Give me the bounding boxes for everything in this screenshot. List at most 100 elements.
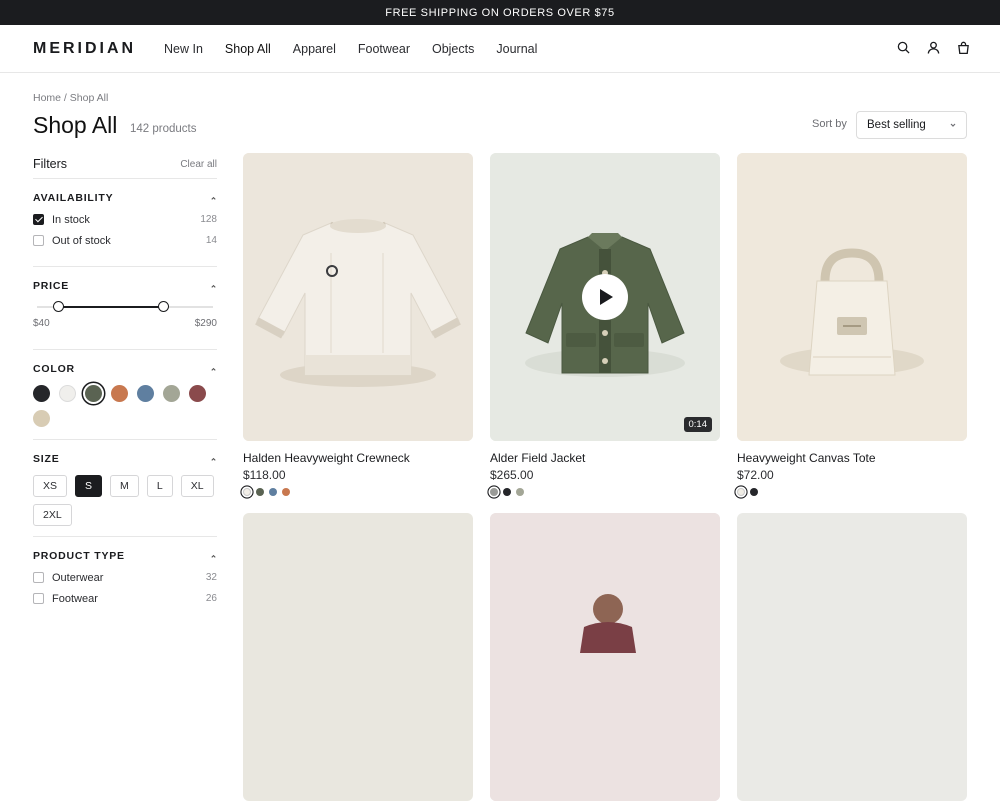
product-image[interactable]	[243, 153, 473, 441]
product-color-dot[interactable]	[737, 488, 745, 496]
product-name[interactable]: Halden Heavyweight Crewneck	[243, 451, 473, 465]
product-card[interactable]: Halden Heavyweight Crewneck $118.00	[243, 153, 473, 496]
option-count: 26	[205, 593, 217, 604]
color-title: COLOR	[33, 363, 75, 375]
product-price: $118.00	[243, 468, 286, 482]
product-card[interactable]	[243, 513, 473, 801]
nav-objects[interactable]: Objects	[432, 42, 474, 56]
nav-new-in[interactable]: New In	[164, 42, 203, 56]
product-image[interactable]	[737, 513, 967, 801]
product-card[interactable]: Heavyweight Canvas Tote $72.00	[737, 153, 967, 496]
color-swatch[interactable]	[137, 385, 154, 402]
size-option[interactable]: XL	[180, 475, 214, 497]
option-out-of-stock[interactable]: Out of stock 14	[33, 230, 217, 251]
page-title: Shop All	[33, 112, 118, 138]
color-swatch[interactable]	[33, 410, 50, 427]
product-card[interactable]: 0:14 Alder Field Jacket $265.00	[490, 153, 720, 496]
price-slider[interactable]	[33, 300, 217, 314]
color-swatch[interactable]	[59, 385, 76, 402]
clear-all-link[interactable]: Clear all	[180, 159, 217, 170]
breadcrumb[interactable]: Home / Shop All	[33, 92, 108, 104]
product-color-options	[737, 488, 967, 496]
product-color-dot[interactable]	[243, 488, 251, 496]
sort-value: Best selling	[867, 119, 926, 131]
checkbox-footwear[interactable]	[33, 593, 44, 604]
price-min: $40	[33, 318, 50, 329]
product-color-dot[interactable]	[516, 488, 524, 496]
chevron-up-icon	[211, 284, 216, 288]
size-option[interactable]: L	[146, 475, 173, 497]
color-swatches	[33, 385, 217, 427]
filter-section-header[interactable]: PRODUCT TYPE	[33, 550, 217, 562]
filter-color: COLOR	[33, 349, 217, 439]
account-icon[interactable]	[927, 41, 940, 54]
product-color-dot[interactable]	[282, 488, 290, 496]
option-footwear[interactable]: Footwear 26	[33, 588, 217, 609]
filter-section-header[interactable]: COLOR	[33, 363, 217, 375]
search-icon[interactable]	[897, 41, 910, 54]
price-max: $290	[194, 318, 217, 329]
nav-journal[interactable]: Journal	[496, 42, 537, 56]
chevron-down-icon	[950, 123, 956, 127]
nav-shop-all[interactable]: Shop All	[225, 42, 271, 56]
product-name[interactable]: Heavyweight Canvas Tote	[737, 451, 967, 465]
chevron-up-icon	[211, 196, 216, 200]
product-color-dot[interactable]	[503, 488, 511, 496]
checkbox-in-stock[interactable]	[33, 214, 44, 225]
chevron-up-icon	[211, 554, 216, 558]
quick-view-indicator[interactable]	[326, 265, 338, 277]
product-color-dot[interactable]	[269, 488, 277, 496]
cart-icon[interactable]	[957, 41, 970, 54]
announcement-bar: FREE SHIPPING ON ORDERS OVER $75	[0, 0, 1000, 25]
size-option[interactable]: XS	[33, 475, 68, 497]
filter-section-header[interactable]: PRICE	[33, 280, 217, 292]
color-swatch[interactable]	[111, 385, 128, 402]
site-header: MERIDIAN New In Shop All Apparel Footwea…	[0, 25, 1000, 73]
filter-availability: AVAILABILITY In stock 128 Out of stock 1…	[33, 178, 217, 266]
color-swatch[interactable]	[85, 385, 102, 402]
filter-price: PRICE $40 $290	[33, 266, 217, 349]
nav-footwear[interactable]: Footwear	[358, 42, 410, 56]
slider-min-handle[interactable]	[52, 301, 64, 312]
model-illustration	[490, 513, 720, 801]
size-option[interactable]: S	[75, 475, 103, 497]
product-count: 142 products	[130, 123, 197, 135]
filters-sidebar: Filters Clear all AVAILABILITY In stock …	[33, 150, 217, 609]
checkbox-outerwear[interactable]	[33, 572, 44, 583]
color-swatch[interactable]	[189, 385, 206, 402]
product-name[interactable]: Alder Field Jacket	[490, 451, 720, 465]
video-duration: 0:14	[683, 417, 712, 432]
option-label: Out of stock	[52, 234, 111, 247]
filter-section-header[interactable]: SIZE	[33, 453, 217, 465]
tote-illustration	[737, 153, 967, 441]
product-image[interactable]: 0:14	[490, 153, 720, 441]
product-price: $265.00	[490, 468, 534, 482]
nav-apparel[interactable]: Apparel	[293, 42, 336, 56]
sort-select[interactable]: Best selling	[856, 111, 967, 139]
filter-size: SIZE XS S M L XL 2XL	[33, 439, 217, 536]
checkbox-out-of-stock[interactable]	[33, 235, 44, 246]
option-label: Footwear	[52, 592, 98, 605]
product-color-dot[interactable]	[750, 488, 758, 496]
chevron-up-icon	[211, 457, 216, 461]
color-swatch[interactable]	[163, 385, 180, 402]
product-card[interactable]	[737, 513, 967, 801]
product-image[interactable]	[737, 153, 967, 441]
size-option[interactable]: M	[110, 475, 139, 497]
filter-section-header[interactable]: AVAILABILITY	[33, 192, 217, 204]
size-option[interactable]: 2XL	[33, 504, 72, 526]
product-image[interactable]	[490, 513, 720, 801]
product-card[interactable]	[490, 513, 720, 801]
product-color-dot[interactable]	[490, 488, 498, 496]
slider-max-handle[interactable]	[158, 301, 170, 312]
product-color-dot[interactable]	[256, 488, 264, 496]
header-actions	[897, 41, 970, 54]
product-image[interactable]	[243, 513, 473, 801]
brand-logo[interactable]: MERIDIAN	[33, 40, 136, 58]
play-video-button[interactable]	[582, 274, 628, 320]
crewneck-illustration	[243, 153, 473, 441]
option-count: 14	[205, 235, 217, 246]
option-outerwear[interactable]: Outerwear 32	[33, 567, 217, 588]
color-swatch[interactable]	[33, 385, 50, 402]
option-in-stock[interactable]: In stock 128	[33, 209, 217, 230]
